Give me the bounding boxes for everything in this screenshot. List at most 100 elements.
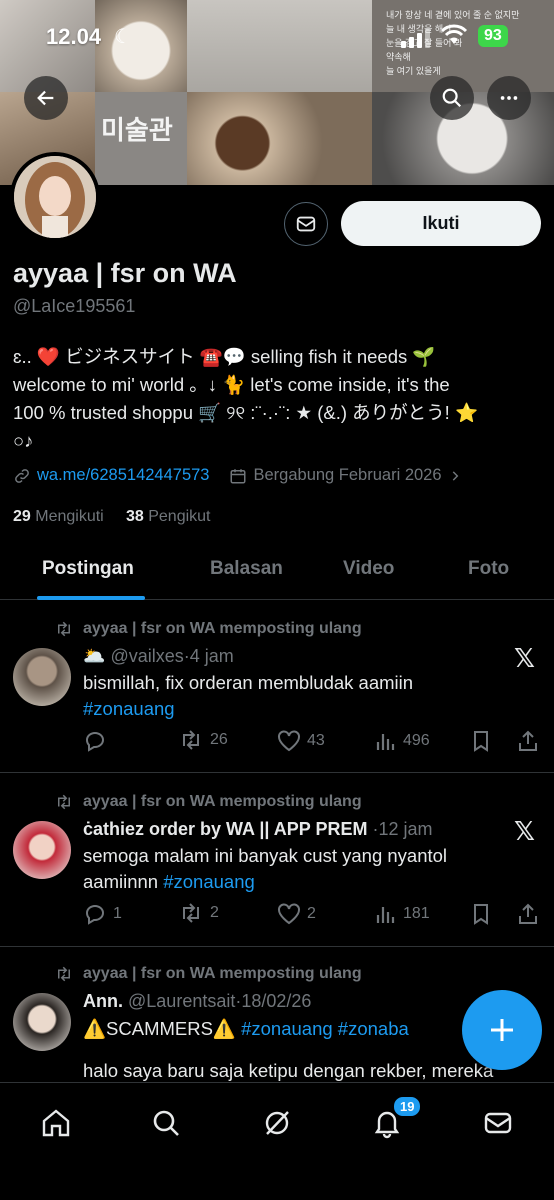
post-header: 🌥️ @vailxes·4 jam — [83, 646, 234, 667]
more-options-button[interactable] — [487, 76, 531, 120]
bio-line: 100 % trusted shoppu 🛒 ୨୧ :¨·.·¨: ★ (&.)… — [13, 402, 478, 423]
banner-photo-coffee — [187, 92, 372, 185]
repost-button[interactable]: 2 — [178, 903, 219, 923]
search-button[interactable] — [430, 76, 474, 120]
followers-link[interactable]: 38 Pengikut — [126, 508, 211, 525]
status-time: 12.04 — [46, 24, 102, 49]
heart-icon — [278, 903, 300, 925]
following-count: 29 — [13, 508, 31, 525]
chevron-right-icon[interactable] — [448, 469, 462, 483]
cloud-emoji: 🌥️ — [83, 646, 106, 666]
back-button[interactable] — [24, 76, 68, 120]
moon-icon: ☾ — [114, 26, 132, 48]
profile-avatar[interactable] — [10, 152, 100, 242]
views-count: 181 — [403, 905, 430, 922]
reply-button[interactable]: 1 — [83, 903, 122, 925]
post-header: ċathiez order by WA || APP PREM ·12 jam — [83, 819, 433, 840]
share-icon — [519, 730, 537, 751]
post-hashtag[interactable]: #zonauang #zonaba — [241, 1018, 409, 1039]
tab-photos[interactable]: Foto — [468, 558, 509, 580]
repost-label: ayyaa | fsr on WA memposting ulang — [83, 620, 362, 637]
post-card[interactable]: ayyaa | fsr on WA memposting ulang ċathi… — [0, 774, 554, 947]
profile-link[interactable]: wa.me/6285142447573 — [37, 466, 209, 485]
share-icon — [519, 903, 537, 924]
views-button[interactable]: 181 — [375, 903, 430, 925]
nav-home[interactable] — [36, 1103, 76, 1143]
repost-indicator: ayyaa | fsr on WA memposting ulang — [55, 965, 362, 983]
post-avatar[interactable] — [13, 993, 71, 1051]
post-text-line: halo saya baru saja ketipu dengan rekber… — [83, 1060, 494, 1081]
bottom-navigation: 19 — [0, 1082, 554, 1200]
like-count: 2 — [307, 905, 316, 922]
post-avatar[interactable] — [13, 648, 71, 706]
profile-name: ayyaa | fsr on WA — [13, 258, 237, 288]
views-chart-icon — [376, 734, 395, 750]
like-button[interactable]: 2 — [277, 903, 316, 925]
banner-photo-sign: 미술관 — [95, 92, 187, 185]
reply-button[interactable] — [83, 730, 113, 752]
search-icon — [442, 88, 462, 108]
like-count: 43 — [307, 732, 325, 749]
bookmark-button[interactable] — [471, 903, 497, 925]
compose-button[interactable] — [462, 990, 542, 1070]
bookmark-icon — [474, 731, 488, 752]
post-time: 18/02/26 — [241, 991, 312, 1011]
post-hashtag[interactable]: #zonauang — [163, 871, 255, 892]
post-handle[interactable]: @Laurentsait — [128, 991, 235, 1011]
post-author-name[interactable]: Ann. — [83, 991, 123, 1011]
message-button[interactable] — [284, 202, 328, 246]
calendar-icon — [230, 468, 246, 483]
post-text-line: semoga malam ini banyak cust yang nyanto… — [83, 845, 448, 866]
repost-indicator: ayyaa | fsr on WA memposting ulang — [55, 620, 362, 638]
nav-search[interactable] — [146, 1103, 186, 1143]
bookmark-icon — [474, 904, 488, 925]
post-text: ⚠️SCAMMERS⚠️ #zonauang #zonaba halo saya… — [83, 1016, 503, 1082]
bio-line: ɛ.. ❤️ ビジネスサイト ☎️💬 selling fish it needs… — [13, 346, 436, 367]
like-button[interactable]: 43 — [277, 730, 325, 752]
repost-icon — [58, 794, 70, 810]
post-text: bismillah, fix orderan membludak aamiin … — [83, 670, 503, 722]
bio-line: ○♪ — [13, 430, 34, 451]
following-link[interactable]: 29 Mengikuti — [13, 508, 104, 525]
nav-messages[interactable] — [478, 1103, 518, 1143]
bio-line: welcome to mi' world 。↓ 🐈 let's come ins… — [13, 374, 450, 395]
share-button[interactable] — [517, 730, 545, 752]
repost-icon — [58, 621, 70, 637]
more-dots-icon — [500, 96, 518, 100]
followers-count: 38 — [125, 508, 144, 525]
post-author-name[interactable]: ċathiez order by WA || APP PREM — [83, 819, 367, 839]
battery-indicator: 93 — [478, 25, 508, 47]
nav-grok[interactable] — [257, 1103, 297, 1143]
follow-stats: 29 Mengikuti 38 Pengikut — [13, 508, 210, 526]
repost-indicator: ayyaa | fsr on WA memposting ulang — [55, 793, 362, 811]
repost-button[interactable]: 26 — [178, 730, 228, 750]
post-avatar[interactable] — [13, 821, 71, 879]
post-time: 12 jam — [378, 819, 433, 839]
tab-posts[interactable]: Postingan — [42, 558, 134, 580]
views-button[interactable]: 496 — [375, 730, 430, 752]
post-text-line: aamiinnn — [83, 871, 159, 892]
follow-button[interactable]: Ikuti — [341, 201, 541, 246]
bookmark-button[interactable] — [471, 730, 497, 752]
repost-icon — [58, 966, 70, 982]
repost-icon — [183, 730, 199, 750]
post-actions: 26 43 496 — [83, 730, 543, 756]
reply-icon — [86, 732, 105, 752]
post-handle[interactable]: @vailxes — [110, 646, 183, 666]
post-header: Ann. @Laurentsait·18/02/26 — [83, 991, 311, 1012]
profile-meta: wa.me/6285142447573 Bergabung Februari 2… — [13, 466, 462, 485]
x-logo-icon: 𝕏 — [514, 643, 535, 673]
tab-video[interactable]: Video — [343, 558, 394, 580]
mail-icon — [296, 216, 316, 232]
home-icon — [42, 1109, 70, 1137]
x-logo-icon: 𝕏 — [514, 816, 535, 846]
post-hashtag[interactable]: #zonauang — [83, 696, 503, 722]
joined-date: Bergabung Februari 2026 — [253, 466, 442, 484]
share-button[interactable] — [517, 903, 545, 925]
post-card[interactable]: ayyaa | fsr on WA memposting ulang 🌥️ @v… — [0, 601, 554, 773]
tab-replies[interactable]: Balasan — [210, 558, 283, 580]
repost-count: 26 — [210, 731, 228, 748]
repost-count: 2 — [210, 904, 219, 921]
views-count: 496 — [403, 732, 430, 749]
status-bar: 12.04 ☾ 93 — [0, 0, 554, 70]
